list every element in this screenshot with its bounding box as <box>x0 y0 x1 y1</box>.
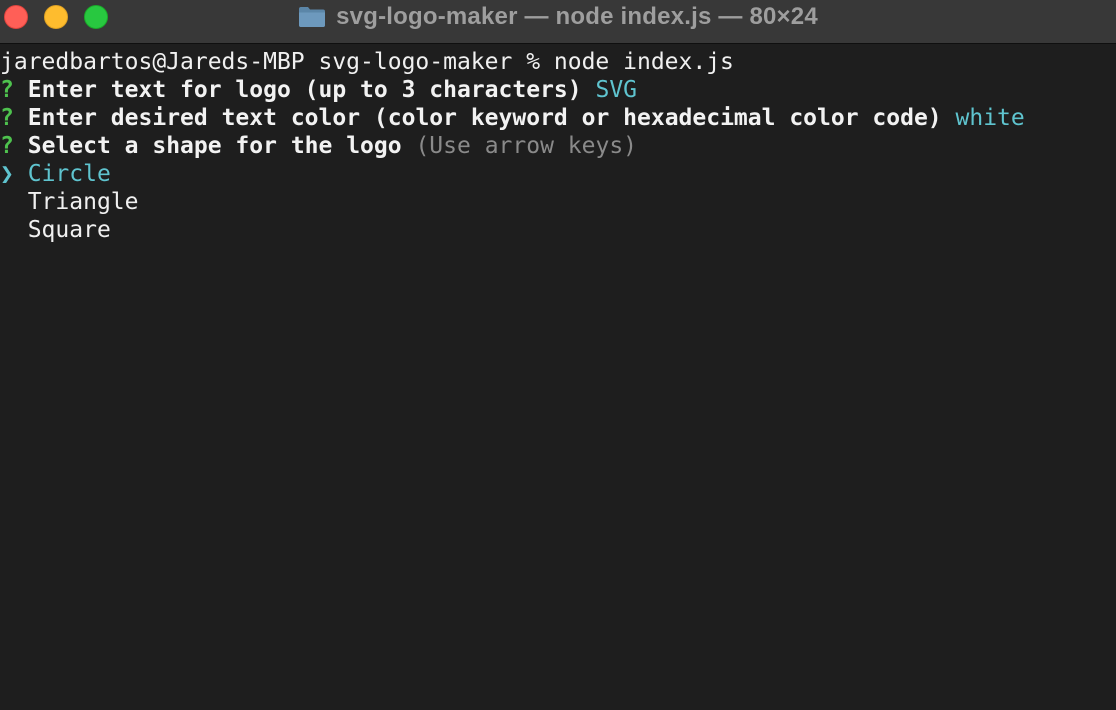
prompt-hint: (Use arrow keys) <box>415 133 638 159</box>
command-line: jaredbartos@Jareds-MBP svg-logo-maker % … <box>0 48 734 76</box>
prompt-answer: white <box>955 105 1025 131</box>
question-marker: ? <box>0 133 14 159</box>
title-bar[interactable]: svg-logo-maker — node index.js — 80×24 <box>0 0 1116 44</box>
question-marker: ? <box>0 77 14 103</box>
question-marker: ? <box>0 105 14 131</box>
prompt-question: Enter text for logo (up to 3 characters) <box>27 77 582 103</box>
prompt-question: Enter desired text color (color keyword … <box>27 105 942 131</box>
choice-label: Circle <box>27 161 111 187</box>
prompt-question: Select a shape for the logo <box>27 133 402 159</box>
choice-label: Square <box>27 217 111 243</box>
terminal-window: svg-logo-maker — node index.js — 80×24 j… <box>0 0 1116 710</box>
command-text: jaredbartos@Jareds-MBP svg-logo-maker % … <box>0 49 734 75</box>
prompt-line-text-color: ? Enter desired text color (color keywor… <box>0 104 1025 132</box>
choice-item-square[interactable]: Square <box>0 216 111 244</box>
terminal-output[interactable]: jaredbartos@Jareds-MBP svg-logo-maker % … <box>0 48 1116 710</box>
choice-label: Triangle <box>27 189 139 215</box>
choice-item-circle[interactable]: ❯ Circle <box>0 160 111 188</box>
choice-item-triangle[interactable]: Triangle <box>0 188 139 216</box>
folder-icon <box>298 6 326 28</box>
window-title: svg-logo-maker — node index.js — 80×24 <box>336 3 818 30</box>
prompt-line-logo-text: ? Enter text for logo (up to 3 character… <box>0 76 637 104</box>
selection-pointer-icon: ❯ <box>0 161 14 187</box>
window-title-group: svg-logo-maker — node index.js — 80×24 <box>0 0 1116 34</box>
prompt-line-shape: ? Select a shape for the logo (Use arrow… <box>0 132 637 160</box>
prompt-answer: SVG <box>595 77 638 103</box>
